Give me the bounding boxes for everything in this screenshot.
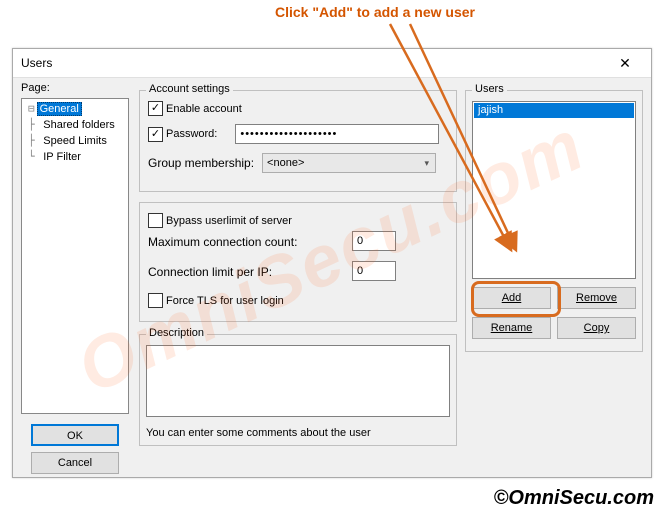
ok-button[interactable]: OK [31, 424, 119, 446]
page-label: Page: [21, 82, 50, 94]
chevron-down-icon: ▾ [425, 154, 432, 172]
users-group: Users jajish Add Remove Rename Copy [465, 90, 643, 352]
description-hint: You can enter some comments about the us… [146, 427, 371, 439]
users-legend: Users [472, 83, 507, 95]
max-connection-label: Maximum connection count: [148, 235, 297, 249]
bypass-userlimit-checkbox[interactable]: Bypass userlimit of server [148, 213, 292, 228]
enable-account-checkbox[interactable]: Enable account [148, 101, 242, 116]
enable-account-label: Enable account [166, 103, 242, 115]
close-button[interactable]: ✕ [607, 55, 643, 72]
tree-item-shared-folders[interactable]: ├ Shared folders [24, 117, 126, 133]
limits-group: Bypass userlimit of server Maximum conne… [139, 202, 457, 322]
users-dialog: Users ✕ Page: ⊟General ├ Shared folders … [12, 48, 652, 478]
force-tls-label: Force TLS for user login [166, 295, 284, 307]
window-title: Users [21, 56, 607, 70]
page-tree[interactable]: ⊟General ├ Shared folders ├ Speed Limits… [21, 98, 129, 414]
conn-limit-ip-input[interactable]: 0 [352, 261, 396, 281]
password-field[interactable]: •••••••••••••••••••• [235, 124, 439, 144]
password-checkbox[interactable]: Password: [148, 127, 217, 142]
rename-user-button[interactable]: Rename [472, 317, 551, 339]
tree-item-general[interactable]: ⊟General [24, 101, 126, 117]
copy-user-button[interactable]: Copy [557, 317, 636, 339]
description-group: Description You can enter some comments … [139, 334, 457, 446]
group-membership-select[interactable]: <none> ▾ [262, 153, 436, 173]
group-membership-label: Group membership: [148, 156, 254, 170]
conn-limit-ip-label: Connection limit per IP: [148, 265, 272, 279]
user-list-item[interactable]: jajish [474, 103, 634, 118]
account-settings-legend: Account settings [146, 83, 233, 95]
users-list[interactable]: jajish [472, 101, 636, 279]
account-settings-group: Account settings Enable account Password… [139, 90, 457, 192]
tree-item-speed-limits[interactable]: ├ Speed Limits [24, 133, 126, 149]
description-textarea[interactable] [146, 345, 450, 417]
tree-item-ip-filter[interactable]: └ IP Filter [24, 149, 126, 165]
cancel-button[interactable]: Cancel [31, 452, 119, 474]
password-label: Password: [166, 128, 217, 140]
max-connection-input[interactable]: 0 [352, 231, 396, 251]
instruction-label: Click "Add" to add a new user [275, 4, 475, 20]
copyright-label: ©OmniSecu.com [494, 487, 654, 510]
add-user-button[interactable]: Add [472, 287, 551, 309]
titlebar: Users ✕ [13, 49, 651, 78]
force-tls-checkbox[interactable]: Force TLS for user login [148, 293, 284, 308]
remove-user-button[interactable]: Remove [557, 287, 636, 309]
bypass-userlimit-label: Bypass userlimit of server [166, 215, 292, 227]
description-legend: Description [146, 327, 207, 339]
